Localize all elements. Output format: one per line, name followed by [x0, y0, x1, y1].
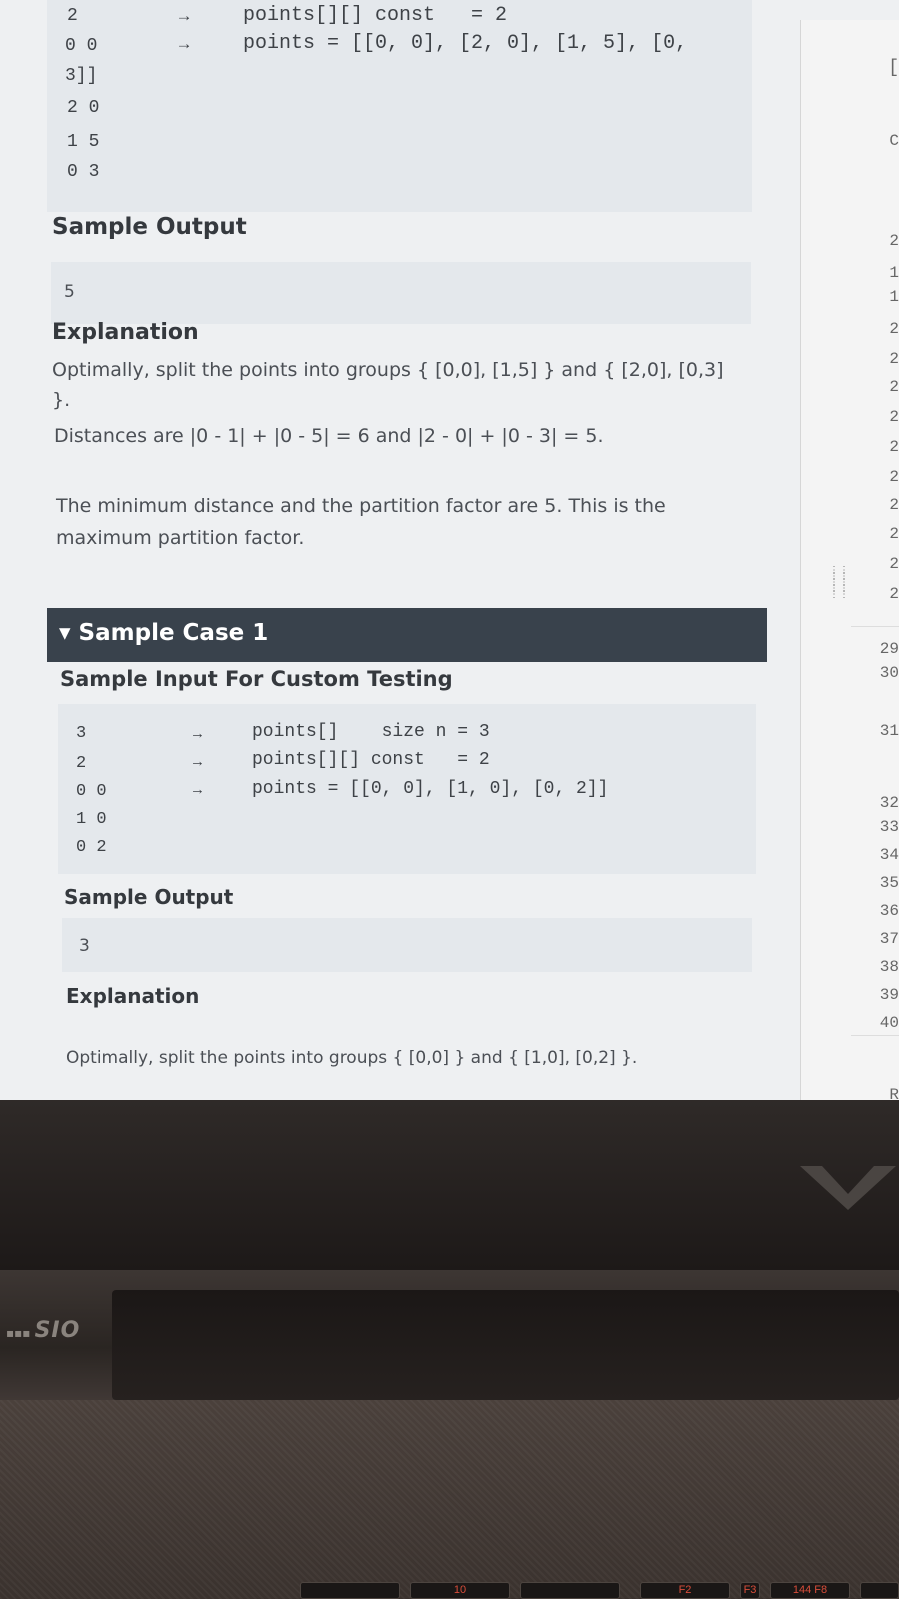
keyboard-key: F2 [640, 1582, 730, 1599]
monitor-screen: 2 0 0 3]] 2 0 1 5 0 3 → → points[][] con… [0, 0, 899, 1100]
output-value: 5 [64, 282, 75, 302]
input-line: 3]] [65, 66, 98, 86]
explanation-heading: Explanation [52, 320, 199, 345]
explanation-line: Optimally, split the points into groups … [52, 359, 724, 381]
input-line: 3 [76, 724, 87, 743]
line-number: 2 [889, 585, 899, 603]
explanation-line: }. [52, 389, 71, 411]
info-icon: C [889, 132, 899, 150]
line-number: 2 [889, 320, 899, 338]
line-number: R [889, 1086, 899, 1100]
input-line: 1 0 [76, 810, 107, 829]
keyboard-key: 10 [410, 1582, 510, 1599]
explanation-line: Distances are |0 - 1| + |0 - 5| = 6 and … [54, 425, 604, 447]
keyboard-key: F3 [740, 1582, 760, 1599]
conclusion-line: maximum partition factor. [56, 527, 305, 549]
keyboard-key [300, 1582, 400, 1599]
input-line: 0 2 [76, 838, 107, 857]
editor-line-region [851, 626, 899, 1036]
panel-resize-handle[interactable]: ⋮⋮ ⋮⋮ ⋮⋮ ⋮⋮ ⋮⋮ [829, 566, 849, 628]
sample-output-box: 3 [62, 918, 752, 972]
line-number: 2 [889, 378, 899, 396]
arrow-icon: → [193, 782, 203, 799]
sample-input-heading: Sample Input For Custom Testing [60, 667, 453, 691]
line-number: 1 [889, 264, 899, 282]
arrow-icon: → [193, 754, 203, 771]
brand-chevron-icon [800, 1166, 896, 1210]
explanation-heading: Explanation [66, 984, 200, 1008]
input-line: 0 0 [76, 782, 107, 801]
arrow-icon: → [179, 8, 190, 27]
keyboard-key [520, 1582, 620, 1599]
sample-input-box: 2 0 0 3]] 2 0 1 5 0 3 → → points[][] con… [47, 0, 752, 212]
line-number: 2 [889, 525, 899, 543]
output-value: 3 [79, 936, 90, 956]
annotation-text: points[][] const = 2 [252, 750, 490, 770]
line-number: 2 [889, 555, 899, 573]
sample-case-1-toggle[interactable]: ▾ Sample Case 1 [47, 608, 767, 662]
input-line: 2 [67, 6, 78, 26]
line-number: 2 [889, 438, 899, 456]
line-number: 2 [889, 350, 899, 368]
conclusion-line: The minimum distance and the partition f… [56, 495, 666, 517]
annotation-text: points[] size n = 3 [252, 722, 490, 742]
input-line: 0 3 [67, 162, 100, 182]
sample-output-box: 5 [51, 262, 751, 324]
keyboard-key [860, 1582, 899, 1599]
hinge-slot [112, 1290, 899, 1400]
brand-logo: ▪▪▪ SIO [6, 1318, 81, 1343]
input-line: 2 [76, 754, 87, 773]
problem-statement-panel: 2 0 0 3]] 2 0 1 5 0 3 → → points[][] con… [0, 0, 800, 1085]
monitor-bezel [0, 1100, 899, 1270]
sample-input-box: 3 2 0 0 1 0 0 2 → → → points[] size n = … [58, 704, 756, 874]
explanation-line: Optimally, split the points into groups … [66, 1048, 638, 1068]
sample-output-heading: Sample Output [64, 885, 234, 909]
input-line: 1 5 [67, 132, 100, 152]
input-line: 2 0 [67, 98, 100, 118]
line-number: 2 [889, 496, 899, 514]
arrow-icon: → [193, 726, 203, 743]
line-number: 2 [889, 408, 899, 426]
line-number: 2 [889, 468, 899, 486]
sample-case-1-title: ▾ Sample Case 1 [59, 620, 269, 646]
annotation-text: points[][] const = 2 [243, 4, 508, 27]
arrow-icon: → [179, 36, 190, 55]
line-number: [ [888, 58, 899, 78]
line-number: 2 [889, 232, 899, 250]
code-editor-panel[interactable]: [ C 2 1 1 2 2 2 2 2 2 2 2 2 2 29 30 31 3… [800, 20, 899, 1100]
annotation-text: points = [[0, 0], [2, 0], [1, 5], [0, [243, 32, 688, 55]
line-number: 1 [889, 288, 899, 306]
input-line: 0 0 [65, 36, 98, 56]
sample-output-heading: Sample Output [52, 214, 247, 240]
keyboard-key: 144 F8 [770, 1582, 850, 1599]
keyboard-deck [0, 1400, 899, 1599]
annotation-text: points = [[0, 0], [1, 0], [0, 2]] [252, 779, 609, 799]
